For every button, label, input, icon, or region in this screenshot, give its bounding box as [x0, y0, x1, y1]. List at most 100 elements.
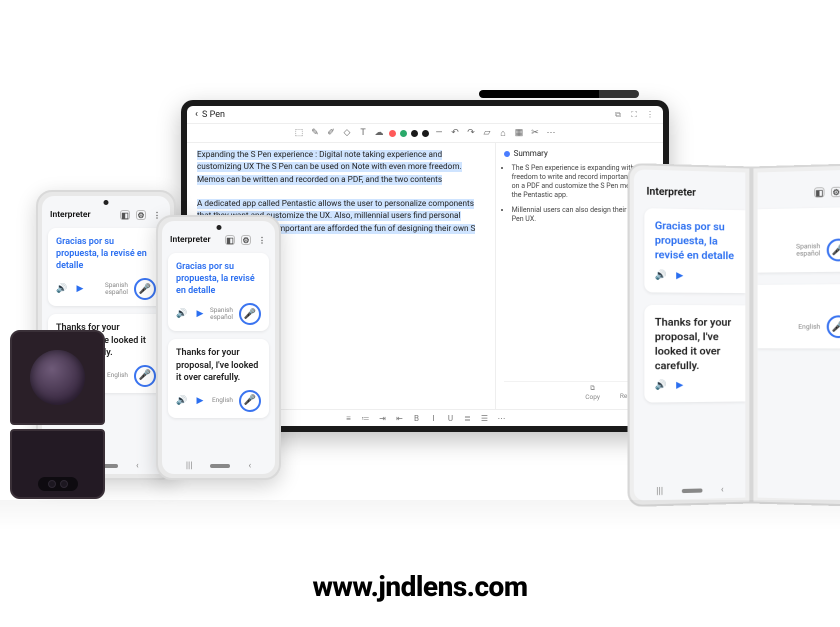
ft-align-icon[interactable]: ≣ — [463, 413, 473, 423]
text-icon[interactable]: T — [357, 127, 369, 139]
recents-button[interactable]: ||| — [186, 461, 193, 471]
expand-icon[interactable]: ⛶ — [629, 110, 639, 120]
speaker-icon[interactable]: 🔊 — [655, 269, 668, 282]
mic-button-source[interactable]: 🎤 — [827, 239, 840, 262]
back-button-nav[interactable]: ‹ — [721, 485, 724, 495]
mic-button-target[interactable]: 🎤 — [134, 365, 156, 387]
target-lang-1: English — [107, 372, 128, 379]
punch-hole-camera — [216, 225, 221, 230]
source-text: Gracias por su propuesta, la revisé en d… — [56, 236, 156, 272]
source-card: Gracias por su propuesta, la revisé en d… — [48, 228, 164, 306]
color-black[interactable] — [411, 130, 418, 137]
home-button[interactable] — [210, 464, 230, 468]
settings-icon[interactable]: ⚙ — [136, 210, 146, 220]
ft-outdent-icon[interactable]: ⇤ — [395, 413, 405, 423]
android-navbar: ||| ‹ — [162, 458, 275, 474]
back-button-nav[interactable]: ‹ — [248, 461, 251, 471]
source-card: Gracias por su propuesta, la revisé en d… — [644, 208, 745, 292]
summary-dot-icon — [504, 151, 510, 157]
ft-indent-icon[interactable]: ⇥ — [378, 413, 388, 423]
interpreter-title: Interpreter — [170, 235, 211, 245]
ft-more-icon[interactable]: ⋯ — [497, 413, 507, 423]
line-icon[interactable]: — — [433, 127, 445, 139]
camera-lens-icon — [48, 480, 56, 488]
flip-bottom-half — [10, 429, 105, 499]
copy-button[interactable]: ⧉ Copy — [585, 384, 600, 401]
source-text: Gracias por su propuesta, la revisé en d… — [655, 219, 735, 264]
pointer-icon[interactable]: ⬚ — [293, 127, 305, 139]
speaker-icon[interactable]: 🔊 — [56, 283, 68, 295]
float-icon[interactable]: ◧ — [120, 210, 130, 220]
highlighter-icon[interactable]: ✐ — [325, 127, 337, 139]
image-icon[interactable]: ▦ — [513, 127, 525, 139]
float-icon[interactable]: ◧ — [814, 187, 825, 198]
flip-cover-screen — [10, 330, 105, 425]
ft-underline-icon[interactable]: U — [446, 413, 456, 423]
settings-icon[interactable]: ⚙ — [241, 235, 251, 245]
clip-icon[interactable]: ✂ — [529, 127, 541, 139]
punch-hole-camera — [104, 200, 109, 205]
undo-icon[interactable]: ↶ — [449, 127, 461, 139]
color-red[interactable] — [389, 130, 396, 137]
more-icon[interactable]: ⋯ — [545, 127, 557, 139]
lock-icon[interactable]: ⌂ — [497, 127, 509, 139]
play-icon[interactable]: ▶ — [194, 308, 206, 320]
summary-title: Summary — [514, 149, 548, 158]
ft-align2-icon[interactable]: ☰ — [480, 413, 490, 423]
fold-device: Interpreter Gracias por su propuesta, la… — [630, 163, 840, 507]
target-card: Thanks for your proposal, I've looked it… — [644, 304, 745, 402]
menu-dots-icon[interactable]: ⋮ — [645, 110, 655, 120]
reader-icon[interactable]: ⧉ — [613, 110, 623, 120]
mic-button-source[interactable]: 🎤 — [134, 278, 156, 300]
mic-button-target[interactable]: 🎤 — [239, 390, 261, 412]
settings-icon[interactable]: ⚙ — [831, 187, 840, 198]
back-label: S Pen — [202, 110, 225, 120]
tablet-topbar: ‹ S Pen ⧉ ⛶ ⋮ — [187, 106, 663, 124]
redo-icon[interactable]: ↷ — [465, 127, 477, 139]
mic-button-source[interactable]: 🎤 — [239, 303, 261, 325]
s-pen-stylus — [479, 90, 639, 98]
speaker-icon[interactable]: 🔊 — [176, 395, 188, 407]
play-icon[interactable]: ▶ — [674, 269, 686, 282]
interpreter-title: Interpreter — [50, 210, 91, 220]
phone-device-2: Interpreter ◧ ⚙ ⋮ Gracias por su propues… — [156, 215, 281, 480]
color-green[interactable] — [400, 130, 407, 137]
back-button-nav[interactable]: ‹ — [136, 461, 139, 471]
float-icon[interactable]: ◧ — [225, 235, 235, 245]
target-card: Thanks for your proposal, I've looked it… — [168, 339, 269, 417]
source-card: Gracias por su propuesta, la revisé en d… — [168, 253, 269, 331]
source-text: Gracias por su propuesta, la revisé en d… — [176, 261, 261, 297]
eraser-icon[interactable]: ◇ — [341, 127, 353, 139]
cloud-icon[interactable]: ☁ — [373, 127, 385, 139]
source-lang-2: español — [105, 289, 128, 296]
play-icon[interactable]: ▶ — [74, 283, 86, 295]
play-icon[interactable]: ▶ — [194, 395, 206, 407]
mic-button-target[interactable]: 🎤 — [827, 316, 840, 339]
pencil-icon[interactable]: ✎ — [309, 127, 321, 139]
flip-phone-device — [10, 330, 105, 505]
ft-bold-icon[interactable]: B — [412, 413, 422, 423]
flip-wallpaper-ring — [30, 350, 85, 405]
back-button[interactable]: ‹ S Pen — [195, 109, 225, 120]
speaker-icon[interactable]: 🔊 — [655, 380, 668, 393]
menu-dots-icon[interactable]: ⋮ — [257, 235, 267, 245]
color-black-2[interactable] — [422, 130, 429, 137]
interpreter-title: Interpreter — [646, 186, 695, 199]
recents-button[interactable]: ||| — [656, 486, 663, 497]
target-text: Thanks for your proposal, I've looked it… — [655, 315, 735, 374]
ft-ol-icon[interactable]: ≔ — [361, 413, 371, 423]
ft-list-icon[interactable]: ≡ — [344, 413, 354, 423]
home-button[interactable] — [682, 488, 703, 493]
chevron-left-icon: ‹ — [195, 109, 198, 120]
speaker-icon[interactable]: 🔊 — [176, 308, 188, 320]
source-card-right: . Spanish español 🎤 — [758, 207, 840, 273]
note-paragraph-1: Expanding the S Pen experience : Digital… — [197, 150, 462, 185]
footer-url: www.jndlens.com — [0, 570, 840, 603]
shape-icon[interactable]: ▱ — [481, 127, 493, 139]
play-icon[interactable]: ▶ — [674, 380, 686, 393]
target-card-right: . English 🎤 — [758, 284, 840, 349]
camera-lens-icon — [60, 480, 68, 488]
topbar-right-icons: ⧉ ⛶ ⋮ — [613, 110, 655, 120]
ft-italic-icon[interactable]: I — [429, 413, 439, 423]
floor-reflection — [0, 500, 840, 530]
